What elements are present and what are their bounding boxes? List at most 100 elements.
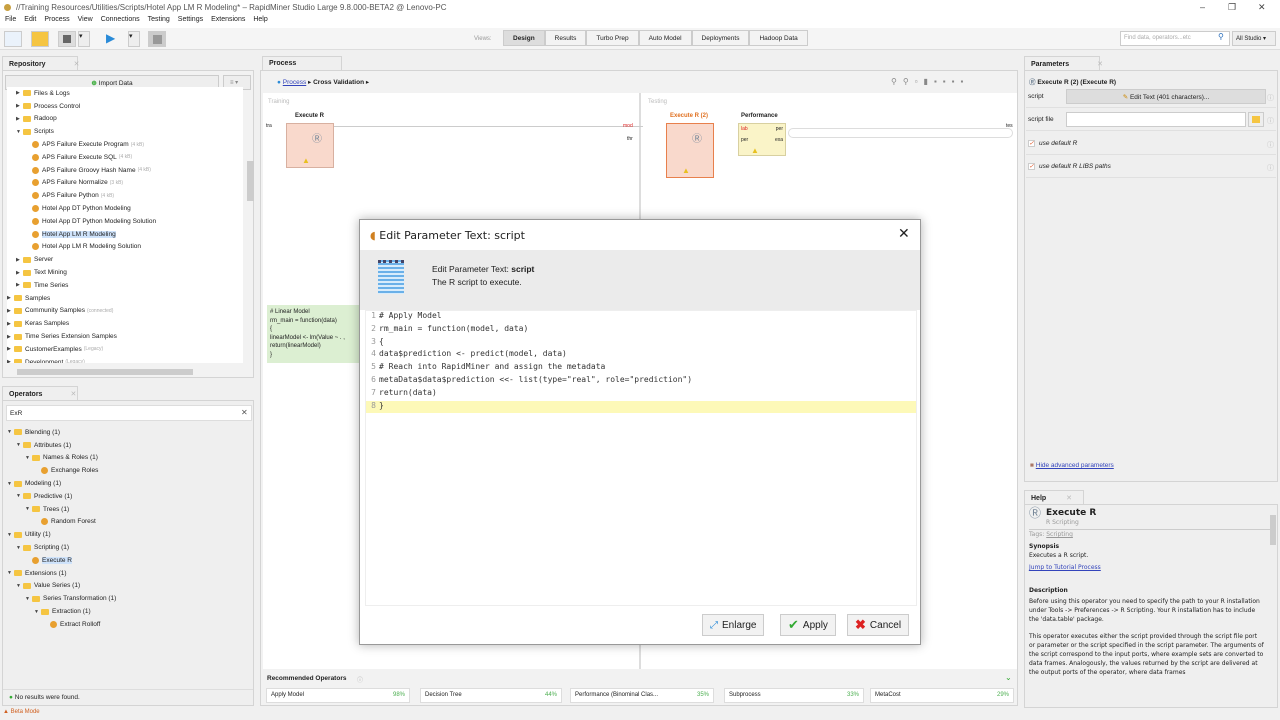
tree-item[interactable]: Execute R bbox=[7, 554, 247, 567]
minimize-button[interactable]: – bbox=[1200, 2, 1205, 12]
operator-performance[interactable]: ▲ lab per per exa bbox=[738, 123, 786, 156]
tree-item[interactable]: Hotel App DT Python Modeling Solution bbox=[7, 215, 243, 228]
tab-repository[interactable]: Repository ✕ bbox=[2, 56, 80, 71]
tree-item[interactable]: Extract Rolloff bbox=[7, 618, 247, 631]
close-icon[interactable]: ✕ bbox=[74, 61, 80, 68]
collapse-arrow-icon[interactable]: ▼ bbox=[16, 442, 23, 448]
close-window-button[interactable]: ✕ bbox=[1258, 2, 1266, 13]
collapse-arrow-icon[interactable]: ▼ bbox=[25, 506, 32, 512]
expand-arrow-icon[interactable]: ▶ bbox=[16, 257, 23, 263]
port-label[interactable]: tra bbox=[266, 123, 272, 129]
tutorial-link[interactable]: Jump to Tutorial Process bbox=[1029, 563, 1273, 572]
tree-folder[interactable]: ▶ Text Mining bbox=[7, 266, 243, 279]
clear-search-icon[interactable]: ✕ bbox=[241, 408, 248, 417]
menu-process[interactable]: Process bbox=[44, 16, 69, 28]
expand-arrow-icon[interactable]: ▶ bbox=[16, 116, 23, 122]
collapse-arrow-icon[interactable]: ▼ bbox=[7, 532, 14, 538]
view-deployments[interactable]: Deployments bbox=[691, 30, 750, 46]
collapse-arrow-icon[interactable]: ▼ bbox=[7, 570, 14, 576]
collapse-arrow-icon[interactable]: ▼ bbox=[16, 129, 23, 135]
menu-settings[interactable]: Settings bbox=[178, 16, 203, 28]
info-icon[interactable]: ⓘ bbox=[1267, 93, 1274, 103]
beta-mode-indicator[interactable]: ▲ Beta Mode bbox=[3, 709, 40, 715]
tree-folder[interactable]: ▼ Scripting (1) bbox=[7, 541, 247, 554]
new-process-icon[interactable] bbox=[4, 31, 22, 47]
menu-connections[interactable]: Connections bbox=[101, 16, 140, 28]
collapse-arrow-icon[interactable]: ▼ bbox=[25, 455, 32, 461]
tree-folder[interactable]: ▼ Attributes (1) bbox=[7, 439, 247, 452]
expand-arrow-icon[interactable]: ▶ bbox=[7, 321, 14, 327]
expand-arrow-icon[interactable]: ▶ bbox=[7, 308, 14, 314]
apply-button[interactable]: ✔ Apply bbox=[780, 614, 836, 636]
tree-folder[interactable]: ▶ Server bbox=[7, 253, 243, 266]
save-icon[interactable] bbox=[58, 31, 76, 47]
expand-arrow-icon[interactable]: ▶ bbox=[16, 90, 23, 96]
tree-folder[interactable]: ▶ Keras Samples bbox=[7, 317, 243, 330]
tree-item[interactable]: Hotel App LM R Modeling Solution bbox=[7, 241, 243, 254]
port-label[interactable]: lab bbox=[741, 126, 748, 132]
repository-hscrollbar[interactable] bbox=[17, 369, 193, 375]
info-icon[interactable]: ⓘ bbox=[1267, 163, 1274, 173]
tree-item[interactable]: APS Failure Python (4 kB) bbox=[7, 189, 243, 202]
info-icon[interactable]: ⓘ bbox=[1267, 116, 1274, 126]
tree-item[interactable]: Random Forest bbox=[7, 516, 247, 529]
use-default-r-checkbox[interactable]: ✓ use default R bbox=[1028, 140, 1077, 147]
view-auto-model[interactable]: Auto Model bbox=[638, 30, 692, 46]
operator-execute-r[interactable]: Ⓡ ▲ bbox=[286, 123, 334, 168]
browse-folder-button[interactable] bbox=[1248, 112, 1264, 127]
edit-text-button[interactable]: ✎ Edit Text (401 characters)... bbox=[1066, 89, 1266, 104]
tree-folder[interactable]: ▼ Modeling (1) bbox=[7, 477, 247, 490]
menu-view[interactable]: View bbox=[78, 16, 93, 28]
collapse-arrow-icon[interactable]: ▼ bbox=[16, 583, 23, 589]
collapse-arrow-icon[interactable]: ▼ bbox=[16, 493, 23, 499]
run-icon[interactable]: ▶ bbox=[106, 31, 124, 47]
run-dropdown-icon[interactable]: ▾ bbox=[128, 31, 140, 47]
tree-folder[interactable]: ▶ Time Series Extension Samples bbox=[7, 330, 243, 343]
maximize-button[interactable]: ❐ bbox=[1228, 2, 1236, 13]
expand-arrow-icon[interactable]: ▶ bbox=[7, 346, 14, 352]
close-icon[interactable]: ✕ bbox=[1097, 61, 1103, 68]
help-scrollbar[interactable] bbox=[1270, 515, 1276, 545]
tree-folder[interactable]: ▶ Time Series bbox=[7, 279, 243, 292]
enlarge-button[interactable]: ⤢ Enlarge bbox=[702, 614, 765, 636]
expand-arrow-icon[interactable]: ▶ bbox=[16, 270, 23, 276]
collapse-arrow-icon[interactable]: ▼ bbox=[7, 481, 14, 487]
operator-execute-r-2[interactable]: Ⓡ ▲ bbox=[666, 123, 714, 178]
process-toolbar-icons[interactable]: ⚲⚲▫▮▪▪▪▪ bbox=[891, 77, 969, 86]
dialog-close-button[interactable]: ✕ bbox=[898, 225, 910, 242]
port-label[interactable]: thr bbox=[627, 136, 633, 142]
process-note[interactable]: # Linear Model rm_main = function(data) … bbox=[267, 305, 361, 363]
global-search-input[interactable]: Find data, operators...etc bbox=[1120, 31, 1230, 46]
operator-search-input[interactable]: ExR bbox=[6, 405, 252, 421]
recommended-operator[interactable]: Subprocess 33% bbox=[724, 688, 864, 703]
tag-link[interactable]: Scripting bbox=[1046, 531, 1073, 538]
recommended-operator[interactable]: Apply Model 98% bbox=[266, 688, 410, 703]
port-label[interactable]: per bbox=[776, 126, 783, 132]
tab-operators[interactable]: Operators ✕ bbox=[2, 386, 78, 401]
search-scope-dropdown[interactable]: All Studio ▾ bbox=[1232, 31, 1276, 46]
menu-extensions[interactable]: Extensions bbox=[211, 16, 245, 28]
view-results[interactable]: Results bbox=[544, 30, 587, 46]
hide-advanced-link[interactable]: ■ Hide advanced parameters bbox=[1030, 462, 1114, 469]
view-design[interactable]: Design bbox=[503, 30, 545, 46]
tree-item[interactable]: Hotel App DT Python Modeling bbox=[7, 202, 243, 215]
tree-item[interactable]: APS Failure Execute Program (4 kB) bbox=[7, 138, 243, 151]
tree-item[interactable]: APS Failure Groovy Hash Name (4 kB) bbox=[7, 164, 243, 177]
tree-folder[interactable]: ▼ Extraction (1) bbox=[7, 605, 247, 618]
repository-vscrollbar[interactable] bbox=[247, 161, 254, 201]
tree-folder[interactable]: ▼ Scripts bbox=[7, 125, 243, 138]
tree-item[interactable]: Exchange Roles bbox=[7, 464, 247, 477]
collapse-arrow-icon[interactable]: ▼ bbox=[25, 596, 32, 602]
tab-parameters[interactable]: Parameters ✕ bbox=[1024, 56, 1103, 71]
cancel-button[interactable]: ✖ Cancel bbox=[847, 614, 910, 636]
save-dropdown-icon[interactable]: ▾ bbox=[78, 31, 90, 47]
menu-edit[interactable]: Edit bbox=[24, 16, 36, 28]
expand-arrow-icon[interactable]: ▶ bbox=[16, 103, 23, 109]
expand-arrow-icon[interactable]: ▶ bbox=[7, 295, 14, 301]
menu-file[interactable]: File bbox=[5, 16, 16, 28]
close-icon[interactable]: ✕ bbox=[1066, 495, 1072, 502]
tree-folder[interactable]: ▶ Process Control bbox=[7, 100, 243, 113]
collapse-arrow-icon[interactable]: ▼ bbox=[34, 609, 41, 615]
tree-folder[interactable]: ▼ Value Series (1) bbox=[7, 580, 247, 593]
tab-help[interactable]: Help ✕ bbox=[1024, 490, 1084, 505]
